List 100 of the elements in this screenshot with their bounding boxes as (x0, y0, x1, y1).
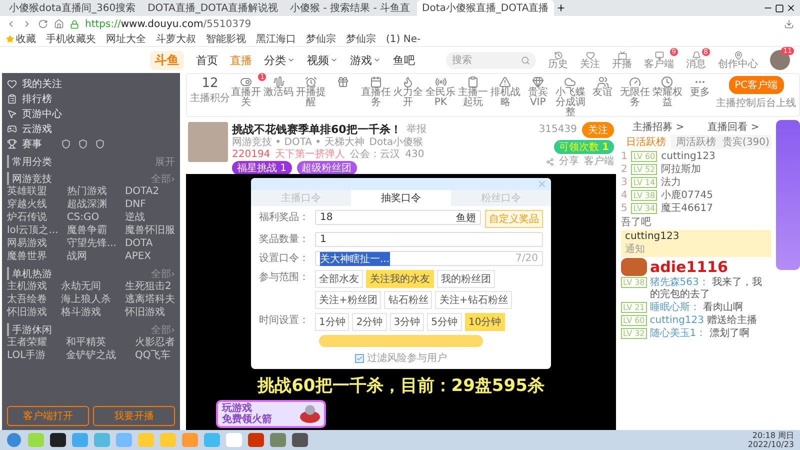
flame-icon[interactable] (402, 76, 414, 88)
expand-link[interactable]: 展开 (155, 155, 175, 168)
category-link[interactable]: 火影忍者 (135, 337, 175, 349)
option-button[interactable]: 关注+钻石粉丝 (435, 291, 512, 309)
header-shortcut[interactable]: 开播 (612, 60, 632, 70)
option-button[interactable]: 我的粉丝团 (437, 270, 495, 288)
nav-link[interactable]: 分类 (264, 52, 286, 68)
category-link[interactable]: 魔兽世界 (7, 251, 58, 263)
category-link[interactable]: lol云顶之... (7, 225, 58, 237)
bookmark-link[interactable]: 梦仙宗 (346, 32, 376, 46)
tool-label[interactable]: 更多 (690, 88, 710, 98)
tool-label[interactable]: 直播任务 (360, 88, 392, 108)
checkbox[interactable] (355, 354, 364, 362)
browser-tab[interactable]: 小傻猴dota直播间_360搜索 (4, 0, 141, 16)
shield-icon[interactable] (78, 139, 88, 149)
sidebar-item[interactable]: 云游戏 (22, 122, 52, 136)
category-link[interactable]: 海上狼人杀 (61, 294, 111, 306)
category-link[interactable]: 金铲铲之战 (66, 350, 116, 362)
toggle-icon[interactable] (240, 76, 252, 88)
option-button[interactable]: 2分钟 (352, 313, 387, 331)
bookmark-link[interactable]: 斗萝大叔 (156, 32, 196, 46)
chat-link[interactable]: 主播招募 > (632, 120, 684, 134)
share-icon[interactable] (546, 158, 554, 166)
category-link[interactable]: 逆战 (124, 212, 175, 224)
tool-label[interactable]: 贵宾VIP (522, 88, 554, 108)
option-button[interactable]: 3分钟 (390, 313, 424, 331)
category-link[interactable]: APEX (124, 251, 175, 263)
share-link[interactable]: 分享 (559, 156, 579, 168)
category-link[interactable]: QQ飞车 (135, 350, 175, 362)
cloud-icon[interactable] (564, 76, 576, 88)
pin-icon[interactable] (734, 50, 742, 60)
history-icon[interactable] (554, 50, 562, 60)
all-link[interactable]: 全部› (151, 267, 175, 280)
list-icon[interactable] (7, 94, 17, 104)
report-link[interactable]: 举报 (406, 124, 426, 136)
tool-label[interactable]: 友谊 (592, 88, 613, 98)
option-button[interactable]: 关注+粉丝团 (315, 291, 382, 309)
option-button[interactable]: 钻石粉丝 (384, 291, 432, 309)
client-button[interactable]: PC客户端 (728, 76, 784, 94)
category-link[interactable]: 怀旧游戏 (7, 307, 47, 319)
tool-label[interactable]: 排机战略 (489, 88, 522, 108)
site-logo[interactable]: 斗鱼 (150, 50, 184, 70)
header-shortcut[interactable]: 消息 (686, 60, 706, 70)
bookmark-link[interactable]: 智能影视 (206, 32, 246, 46)
tool-label[interactable]: 直播开关 (230, 88, 262, 108)
chat-link[interactable]: 直播回看 > (708, 120, 760, 134)
category-link[interactable]: 主机游戏 (7, 281, 47, 293)
browser-tab[interactable]: Dota小傻猴直播_DOTA直播 (417, 0, 554, 16)
category-link[interactable]: LOL手游 (7, 350, 47, 362)
waveform-icon[interactable] (272, 76, 285, 88)
gift-icon[interactable] (337, 76, 350, 88)
tag-pill[interactable]: 福星挑战 1 (232, 161, 292, 175)
follow-button[interactable]: 关注 (582, 122, 614, 138)
bookmark-link[interactable]: 黑江海口 (256, 32, 296, 46)
input-field[interactable]: 1 (315, 232, 543, 247)
bell-icon[interactable] (692, 50, 700, 60)
category-link[interactable]: 超战深渊 (66, 199, 116, 211)
heart-icon[interactable] (586, 50, 594, 60)
sidebar-item[interactable]: 赛事 (22, 137, 42, 151)
shield-icon[interactable] (61, 139, 71, 149)
search-icon[interactable] (521, 56, 530, 64)
browser-tab[interactable]: DOTA直播_DOTA直播解说视 (142, 0, 284, 16)
tool-label[interactable]: 开播提醒 (294, 88, 328, 108)
category-link[interactable]: 和平精英 (66, 337, 116, 349)
category-link[interactable]: 魔兽争霸 (66, 225, 116, 237)
category-link[interactable]: CS:GO (66, 212, 116, 224)
category-link[interactable]: DNF (124, 199, 175, 211)
alarm-clock-icon[interactable] (305, 76, 318, 88)
category-link[interactable]: 魔兽怀旧服 (124, 225, 175, 237)
category-link[interactable]: 太吾绘卷 (7, 294, 47, 306)
category-link[interactable]: 永劫无间 (61, 281, 111, 293)
trophy-icon[interactable] (7, 139, 17, 149)
category-link[interactable]: DOTA2 (124, 186, 175, 198)
warning-icon[interactable] (499, 76, 512, 88)
address-field[interactable]: https://www.douyu.com/5510379 (85, 18, 252, 30)
category-link[interactable]: 怀旧游戏 (125, 307, 175, 319)
category-link[interactable]: 守望先锋... (66, 238, 116, 250)
bookmark-link[interactable]: (1) Ne- (386, 34, 421, 44)
tool-label[interactable]: 全民乐PK (424, 88, 457, 108)
header-shortcut[interactable]: 关注 (580, 60, 600, 70)
clock-icon[interactable] (661, 76, 674, 88)
option-button[interactable]: 10分钟 (464, 313, 506, 331)
category-link[interactable]: 炉石传说 (7, 212, 58, 224)
cursor-icon[interactable] (7, 109, 17, 119)
ranking-tab[interactable]: 日活跃榜 (621, 135, 671, 149)
sidebar-item[interactable]: 排行榜 (22, 92, 52, 106)
category-link[interactable]: 格斗游戏 (61, 307, 111, 319)
sidebar-item[interactable]: 页游中心 (22, 107, 62, 121)
ranking-tab[interactable]: 周活跃榜 (671, 135, 721, 149)
diamond-icon[interactable] (532, 76, 544, 88)
sidebar-button[interactable]: 客户端打开 (7, 406, 89, 426)
tool-label[interactable]: 荣耀权益 (651, 88, 684, 108)
input-field[interactable]: 18 鱼翅 (315, 210, 481, 225)
monitor-icon[interactable] (654, 50, 664, 60)
category-link[interactable]: 穿越火线 (7, 199, 58, 211)
category-link[interactable]: 逃离塔科夫 (125, 294, 175, 306)
header-shortcut[interactable]: 创作中心 (718, 60, 758, 70)
dialog-tab[interactable]: 抽奖口令 (351, 190, 451, 206)
all-link[interactable]: 全部› (151, 172, 175, 185)
bookmark-link[interactable]: 手机收藏夹 (46, 32, 96, 46)
